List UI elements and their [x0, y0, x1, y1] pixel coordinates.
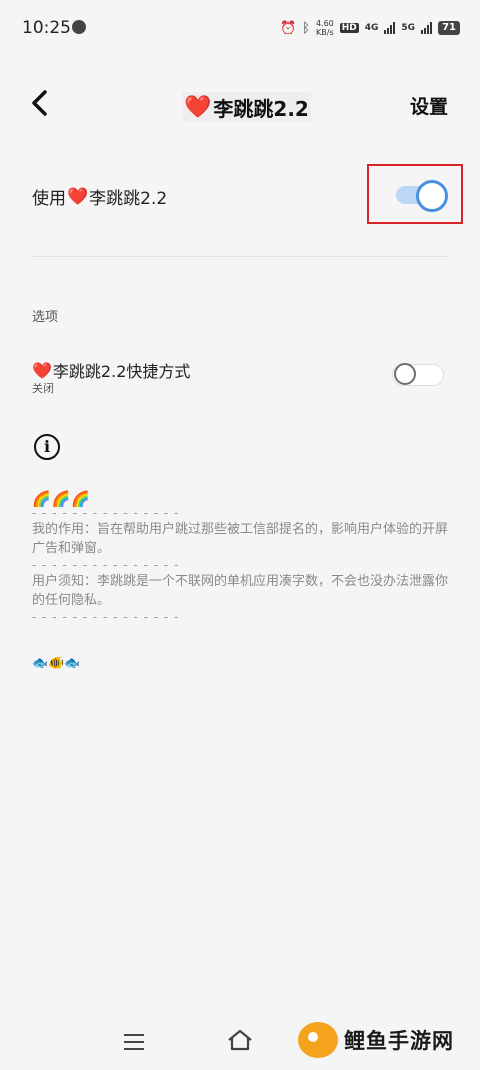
main-switch-label: 使用 ❤️ 李跳跳2.2 — [32, 186, 168, 210]
status-time: 10:25 — [22, 18, 71, 38]
back-arrow-icon — [32, 90, 47, 116]
watermark-text: 鲤鱼手游网 — [344, 1029, 454, 1053]
about-block: 🌈🌈🌈 - - - - - - - - - - - - - - - 我的作用：旨… — [32, 490, 452, 624]
signal-icon — [384, 22, 396, 34]
system-nav-bar: 鲤鱼手游网 — [0, 1020, 480, 1070]
options-section-title: 选项 — [32, 310, 59, 325]
notification-icon — [72, 20, 86, 34]
page-title-text: 李跳跳2.2 — [213, 96, 309, 121]
settings-button[interactable]: 设置 — [410, 92, 448, 119]
heart-icon: ❤️ — [184, 94, 212, 120]
home-icon — [228, 1029, 252, 1051]
heart-icon: ❤️ — [32, 360, 52, 380]
highlight-box — [367, 164, 463, 224]
network-type-2: 5G — [401, 23, 416, 33]
status-bar: 10:25 ⏰ ᛒ 4.60 KB/s HD 4G 5G 71 — [0, 0, 480, 56]
about-purpose: 我的作用：旨在帮助用户跳过那些被工信部提名的，影响用户体验的开屏广告和弹窗。 — [32, 522, 449, 556]
status-icons: ⏰ ᛒ 4.60 KB/s HD 4G 5G 71 — [280, 18, 460, 38]
back-button[interactable] — [30, 88, 60, 122]
info-icon: i — [34, 434, 60, 460]
shortcut-label: ❤️ 李跳跳2.2快捷方式 — [32, 360, 191, 382]
hd-badge: HD — [339, 23, 359, 33]
alarm-icon: ⏰ — [279, 20, 297, 36]
signal-icon-2 — [421, 22, 433, 34]
watermark: 鲤鱼手游网 — [298, 1022, 454, 1058]
home-button[interactable] — [226, 1028, 254, 1056]
shortcut-toggle[interactable] — [392, 362, 446, 390]
shortcut-status: 关闭 — [32, 382, 54, 395]
heart-icon: ❤️ — [67, 186, 89, 207]
network-speed: 4.60 KB/s — [315, 19, 334, 37]
fish-icons: 🐟🐠🐟 — [32, 656, 81, 671]
dash-divider: - - - - - - - - - - - - - - - — [32, 558, 180, 572]
app-toolbar: ❤️ 李跳跳2.2 设置 — [0, 80, 480, 132]
toggle-knob — [394, 363, 416, 385]
recent-apps-button[interactable] — [124, 1034, 144, 1052]
about-notice: 用户须知：李跳跳是一个不联网的单机应用凑字数，不会也没办法泄露你的任何隐私。 — [32, 574, 449, 608]
dash-divider: - - - - - - - - - - - - - - - — [32, 610, 180, 624]
divider — [32, 256, 448, 257]
network-type-1: 4G — [364, 23, 379, 33]
shortcut-row[interactable]: ❤️ 李跳跳2.2快捷方式 关闭 — [32, 358, 448, 398]
fish-logo-icon — [298, 1022, 338, 1058]
bluetooth-icon: ᛒ — [302, 20, 310, 36]
battery-icon: 71 — [438, 21, 460, 35]
page-title: ❤️ 李跳跳2.2 — [182, 92, 311, 122]
dash-divider: - - - - - - - - - - - - - - - — [32, 506, 180, 520]
